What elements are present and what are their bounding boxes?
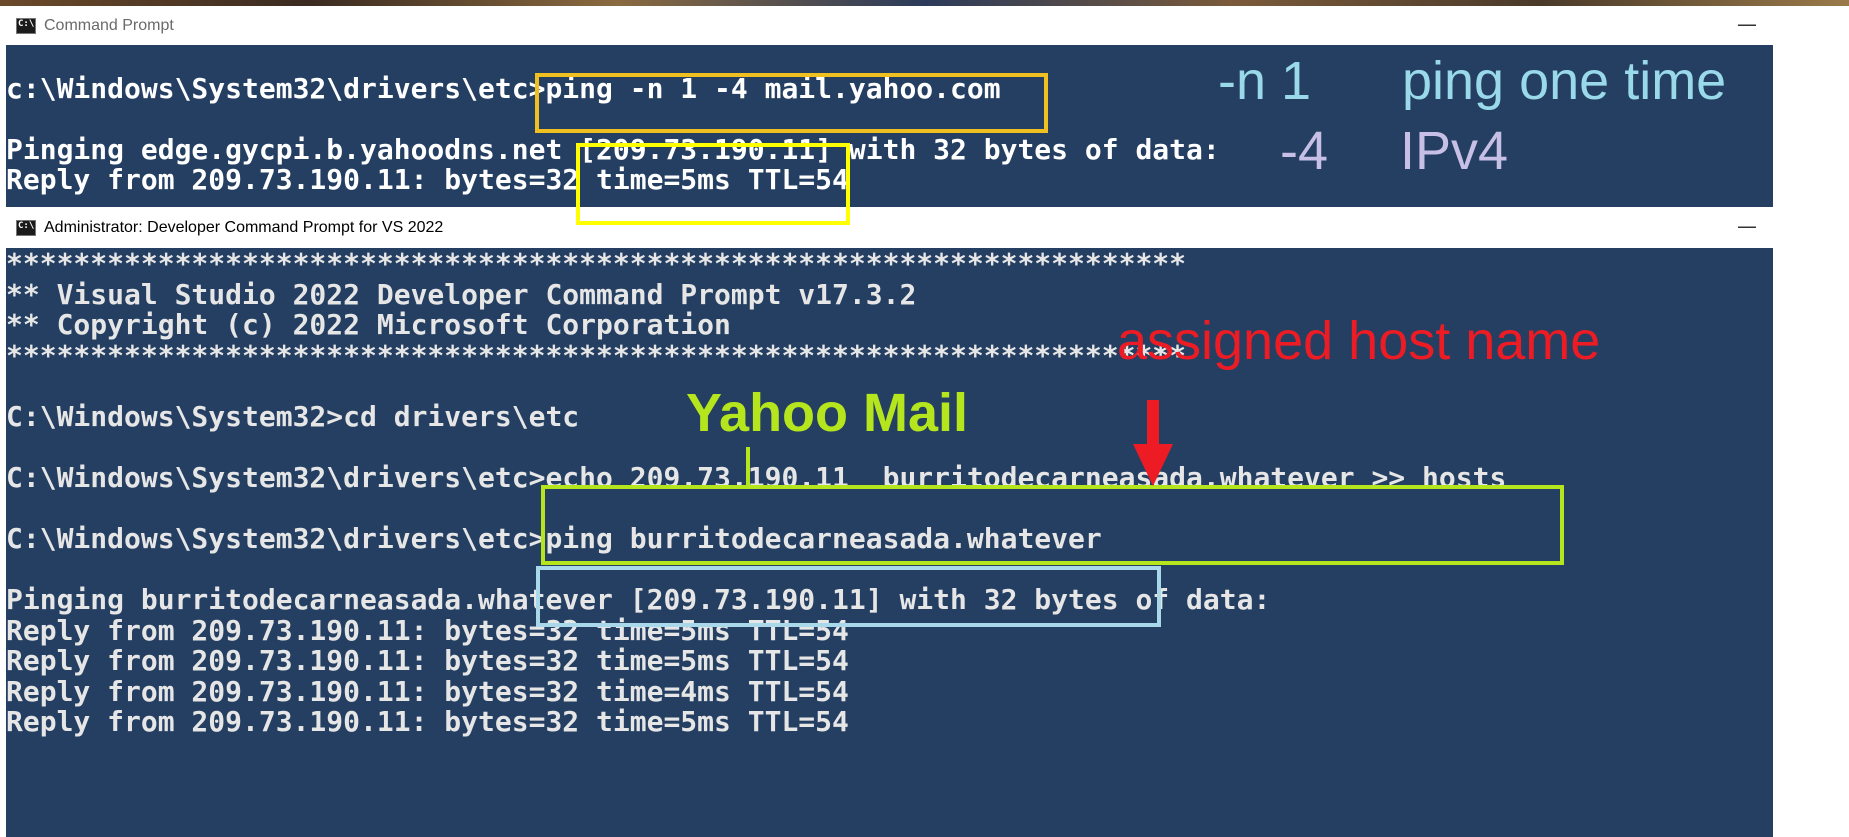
title-bar[interactable]: Command Prompt —: [6, 7, 1773, 45]
flag-n-annotation: -n 1: [1218, 51, 1312, 111]
desktop-wallpaper-strip: [0, 0, 1849, 6]
output-line: Reply from 209.73.190.11: bytes=32 time=…: [6, 163, 849, 196]
yahoo-mail-connector-line: [746, 447, 750, 487]
command-prompt-icon: [16, 18, 36, 34]
command-line: C:\Windows\System32>cd drivers\etc: [6, 400, 580, 433]
output-line: Reply from 209.73.190.11: bytes=32 time=…: [6, 705, 849, 738]
command-line: C:\Windows\System32\drivers\etc>ping bur…: [6, 522, 1102, 555]
flag-n-description: ping one time: [1402, 51, 1727, 111]
window-title: Administrator: Developer Command Prompt …: [44, 219, 444, 236]
yahoo-mail-annotation: Yahoo Mail: [686, 383, 969, 443]
banner-line: ****************************************…: [6, 339, 1187, 372]
assigned-host-name-annotation: assigned host name: [1117, 311, 1601, 371]
command-line: c:\Windows\System32\drivers\etc>ping -n …: [6, 72, 1001, 105]
red-down-arrow-icon: [1133, 400, 1173, 486]
window-title: Command Prompt: [44, 17, 174, 34]
title-bar[interactable]: Administrator: Developer Command Prompt …: [6, 209, 1773, 248]
flag-4-annotation: -4: [1280, 121, 1329, 181]
command-prompt-icon: [16, 220, 36, 236]
command-line: C:\Windows\System32\drivers\etc>echo 209…: [6, 461, 1507, 494]
developer-command-prompt-window[interactable]: Administrator: Developer Command Prompt …: [6, 209, 1773, 837]
minimize-icon[interactable]: —: [1737, 214, 1757, 238]
flag-4-description: IPv4: [1400, 121, 1509, 181]
minimize-icon[interactable]: —: [1737, 12, 1757, 36]
